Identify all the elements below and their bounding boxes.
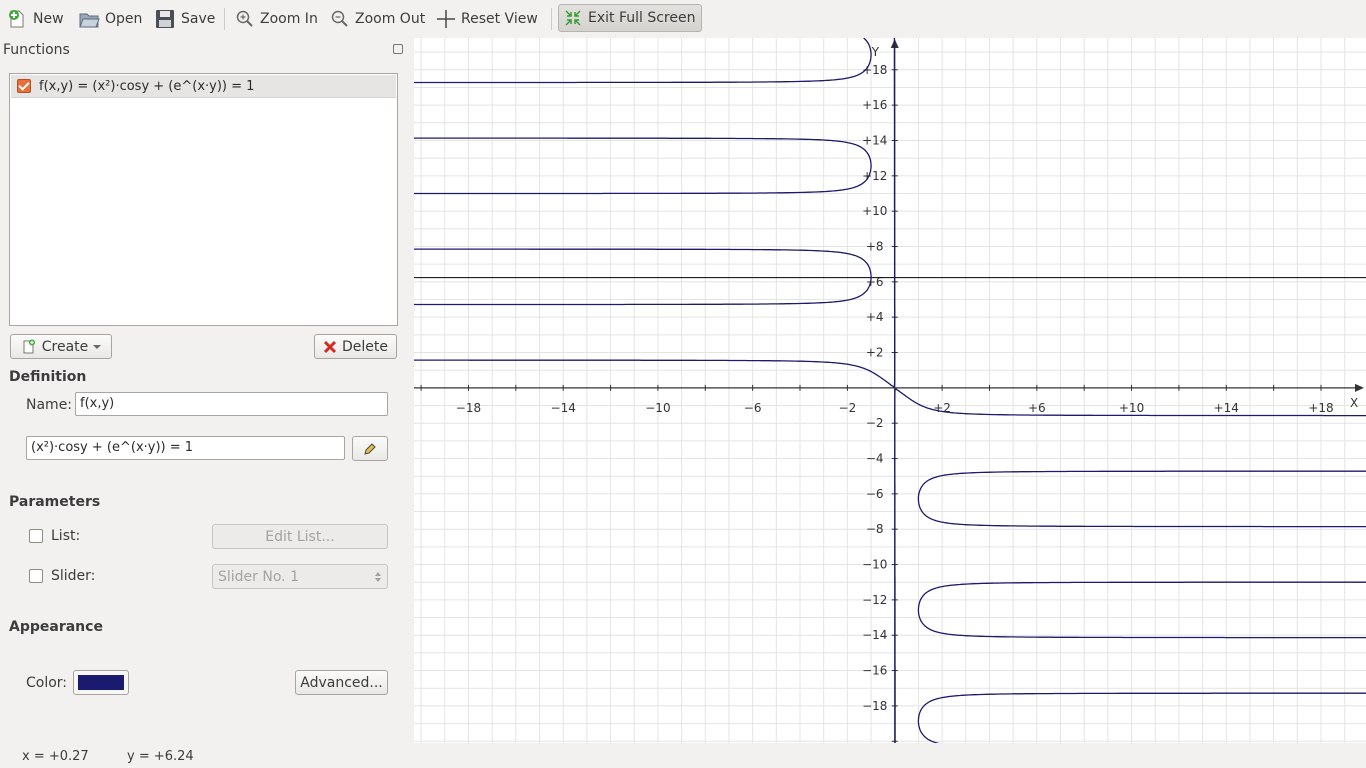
delete-x-icon [323,340,337,353]
create-button[interactable]: Create [10,334,112,359]
x-tick-label: −6 [744,401,762,415]
new-file-icon [23,339,35,353]
open-button[interactable]: Open [78,6,142,32]
save-label: Save [181,11,216,27]
y-tick-label: +14 [862,133,887,147]
appearance-heading: Appearance [9,619,103,635]
new-file-icon [9,10,24,28]
list-label: List: [51,528,81,544]
zoom-in-label: Zoom In [260,11,318,27]
list-checkbox[interactable] [29,529,43,543]
zoom-in-icon [236,10,253,27]
x-tick-label: +6 [1028,401,1046,415]
y-tick-label: +8 [866,239,884,253]
y-tick-label: −4 [866,452,884,466]
y-tick-label: −6 [866,487,884,501]
implicit-curve [414,37,1366,745]
chevron-down-icon [93,344,102,349]
graph-canvas[interactable]: X Y −18 −14 −10 −6 −2 +2 +6 +10 +14 +18 +18 +16 +14 +12… [414,37,1366,745]
save-button[interactable]: Save [154,6,215,32]
x-tick-label: +10 [1119,401,1144,415]
edit-expression-button[interactable] [352,436,388,461]
undock-icon[interactable] [393,44,403,54]
x-tick-label: +14 [1214,401,1239,415]
name-input[interactable]: f(x,y) [75,392,388,416]
slider-select[interactable]: Slider No. 1 [212,564,388,589]
status-bar: x = +0.27 y = +6.24 [0,743,1366,768]
y-tick-label: −2 [866,416,884,430]
advanced-button[interactable]: Advanced... [295,670,388,695]
zoom-out-label: Zoom Out [355,11,426,27]
color-label: Color: [26,675,68,691]
x-tick-label: −14 [551,401,576,415]
toolbar: New Open Save Zoom In Zoom Out Reset Vie… [0,0,1366,38]
open-label: Open [105,11,143,27]
color-swatch [78,675,124,690]
definition-heading: Definition [9,369,87,385]
exit-fullscreen-icon [565,10,581,26]
zoom-out-icon [331,10,348,27]
functions-panel: Functions f(x,y) = (x²)·cosy + (e^(x·y))… [0,38,409,743]
new-button[interactable]: New [6,6,64,32]
slider-label: Slider: [51,568,96,584]
y-tick-label: +4 [866,310,884,324]
y-tick-label: +16 [862,98,887,112]
x-tick-label: −10 [645,401,670,415]
exit-full-screen-label: Exit Full Screen [588,10,696,26]
edit-list-button[interactable]: Edit List... [212,524,388,549]
y-tick-label: −10 [862,558,887,572]
create-label: Create [41,338,89,355]
function-label: f(x,y) = (x²)·cosy + (e^(x·y)) = 1 [39,78,255,94]
plot-svg[interactable]: XY−18 −14 −10 −6 −2 +2 +6 +10 +14 +18+18+16+14+12… [414,37,1366,745]
folder-open-icon [79,13,100,28]
x-axis-title: X [1350,396,1358,410]
expression-input[interactable]: (x²)·cosy + (e^(x·y)) = 1 [26,436,345,460]
reset-view-button[interactable]: Reset View [436,6,538,32]
y-tick-label: −8 [866,522,884,536]
reset-view-label: Reset View [461,11,538,27]
y-axis-title: Y [871,45,880,59]
zoom-in-button[interactable]: Zoom In [235,6,318,32]
name-label: Name: [26,397,73,413]
toolbar-separator [224,8,225,30]
x-tick-label: −2 [839,401,857,415]
crosshair-icon [437,10,455,28]
toolbar-separator [551,8,552,30]
exit-full-screen-button[interactable]: Exit Full Screen [558,4,703,32]
function-list-item[interactable]: f(x,y) = (x²)·cosy + (e^(x·y)) = 1 [11,75,396,98]
pencil-icon [364,442,376,455]
y-tick-label: +10 [862,204,887,218]
slider-select-value: Slider No. 1 [218,568,299,585]
new-label: New [33,11,64,27]
y-tick-label: −14 [862,628,887,642]
slider-checkbox[interactable] [29,569,43,583]
color-picker-button[interactable] [73,670,129,695]
x-tick-label: −18 [456,401,481,415]
x-tick-label: +18 [1308,401,1333,415]
panel-title: Functions [3,42,70,58]
function-visible-checkbox[interactable] [17,79,31,93]
parameters-heading: Parameters [9,494,101,510]
y-tick-label: −18 [862,699,887,713]
y-tick-label: −12 [862,593,887,607]
cursor-y-readout: y = +6.24 [127,749,194,764]
spin-arrows-icon [375,572,381,582]
zoom-out-button[interactable]: Zoom Out [330,6,425,32]
floppy-disk-icon [156,10,174,28]
function-list[interactable]: f(x,y) = (x²)·cosy + (e^(x·y)) = 1 [9,73,398,326]
delete-label: Delete [342,338,388,355]
cursor-x-readout: x = +0.27 [22,749,89,764]
y-tick-label: −16 [862,664,887,678]
y-tick-label: +2 [866,346,884,360]
delete-button[interactable]: Delete [314,334,397,359]
x-axis-arrow [1355,383,1364,392]
